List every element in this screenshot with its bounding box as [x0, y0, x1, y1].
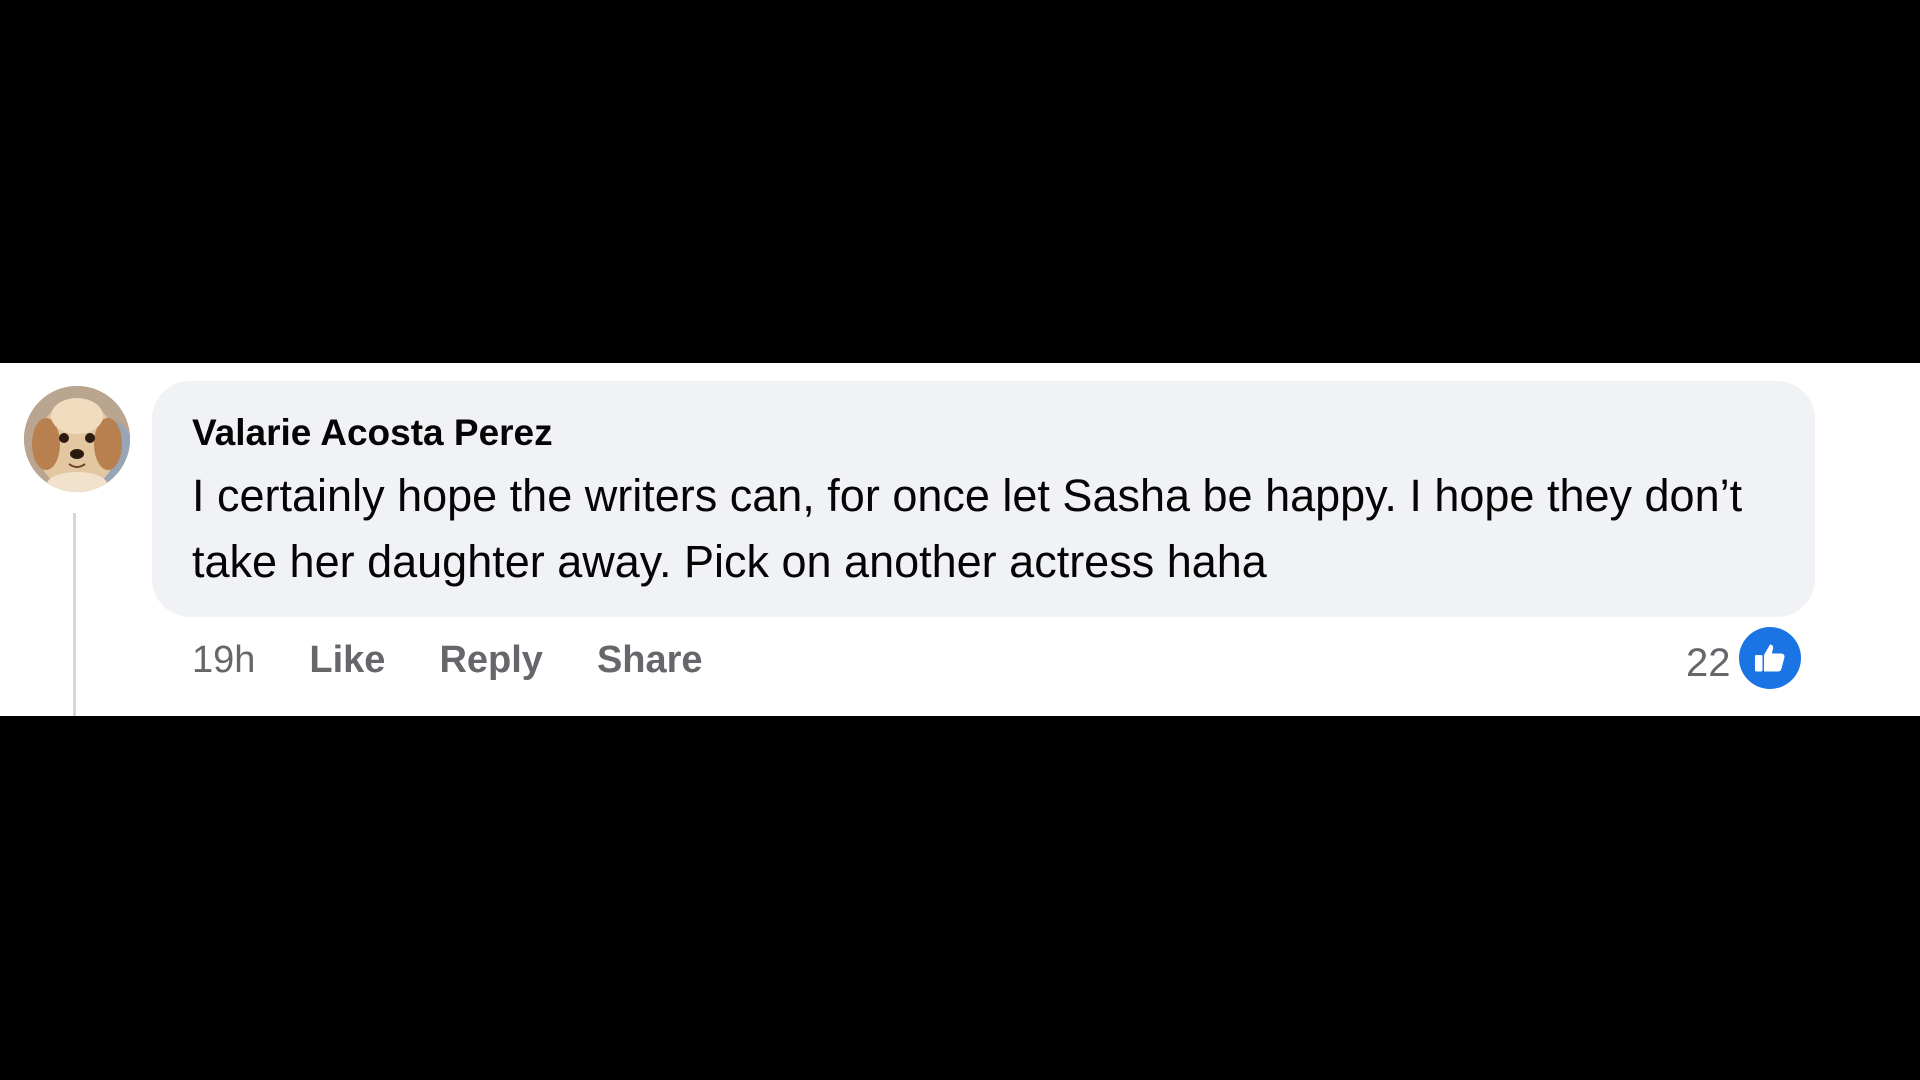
thumbs-up-icon — [1738, 627, 1801, 689]
reply-button[interactable]: Reply — [439, 639, 542, 682]
comment-actions: 19h Like Reply Share — [192, 635, 757, 685]
avatar[interactable] — [24, 386, 130, 492]
share-button[interactable]: Share — [597, 639, 703, 682]
comment-bubble: Valarie Acosta Perez I certainly hope th… — [152, 381, 1815, 617]
like-button[interactable]: Like — [309, 639, 385, 682]
thread-line — [73, 513, 76, 716]
comment: Valarie Acosta Perez I certainly hope th… — [0, 363, 1920, 716]
screen: Valarie Acosta Perez I certainly hope th… — [0, 0, 1920, 1080]
reaction-summary[interactable]: 22 — [1686, 625, 1801, 691]
comment-author[interactable]: Valarie Acosta Perez — [192, 411, 1775, 455]
comment-text: I certainly hope the writers can, for on… — [192, 470, 1743, 587]
comment-time[interactable]: 19h — [192, 639, 255, 682]
dog-avatar-icon — [24, 386, 130, 492]
reaction-count: 22 — [1686, 640, 1731, 685]
